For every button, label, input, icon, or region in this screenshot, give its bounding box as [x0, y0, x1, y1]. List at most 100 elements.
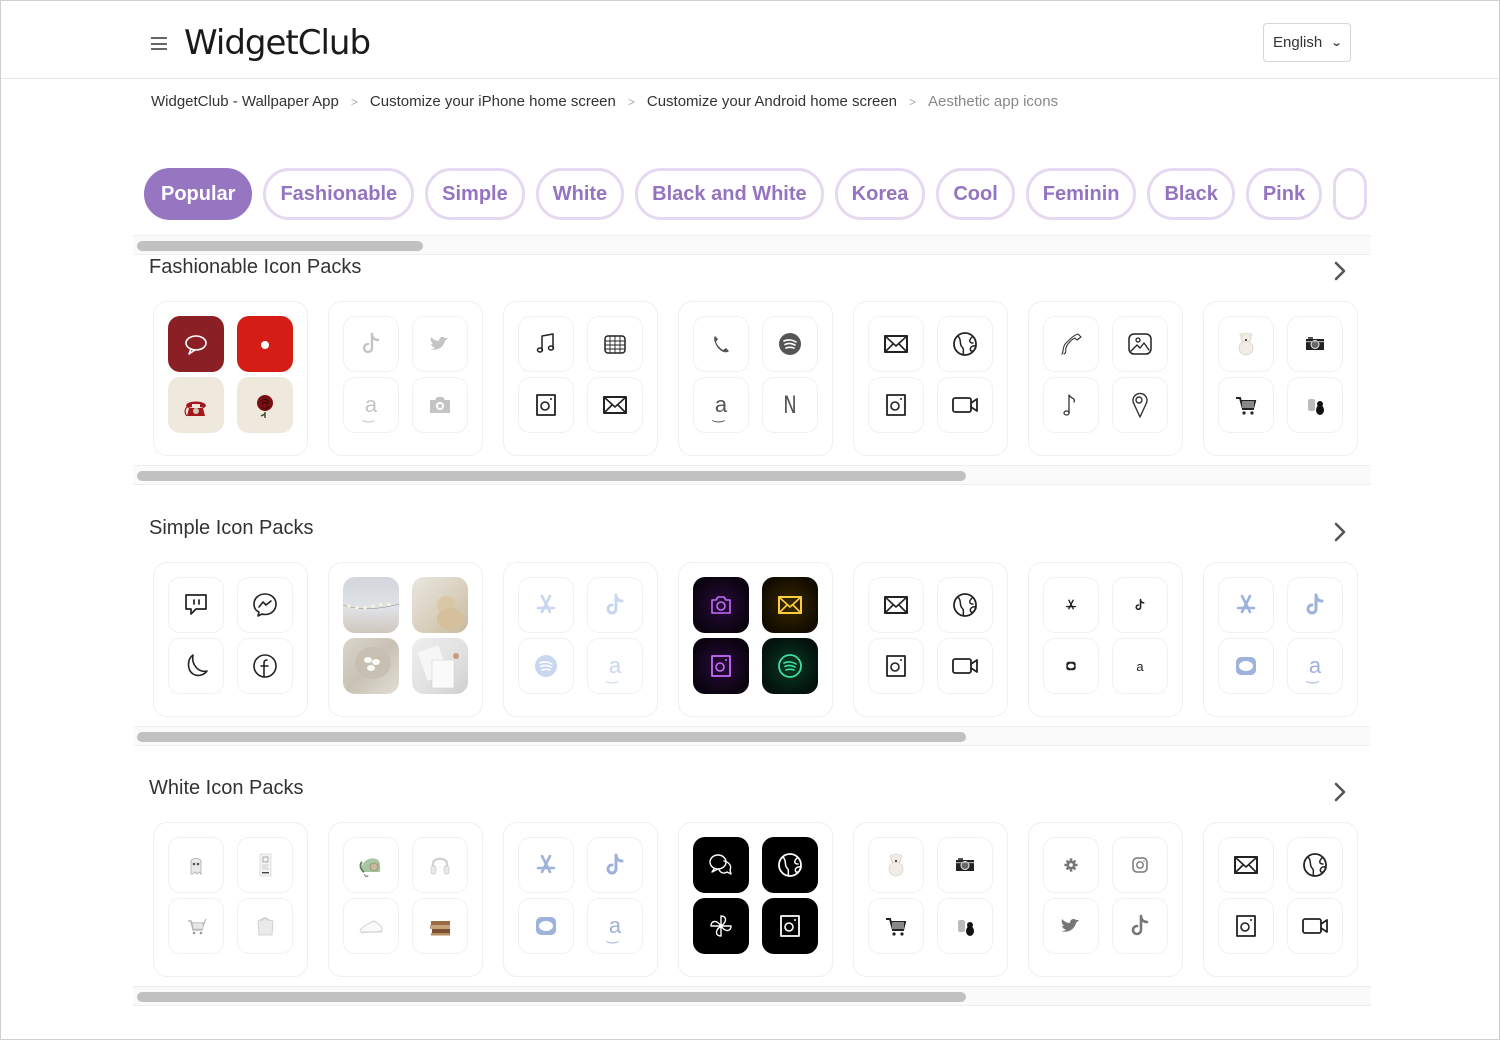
mail-icon: [868, 316, 924, 372]
papers-photo-icon: [412, 638, 468, 694]
chevron-right-icon[interactable]: [1331, 260, 1349, 282]
scrollbar-thumb[interactable]: [137, 732, 966, 742]
menu-icon[interactable]: [151, 37, 167, 50]
instagram-icon: [868, 638, 924, 694]
calendar-icon: [587, 316, 643, 372]
mail-icon: [587, 377, 643, 433]
video-icon: [937, 638, 993, 694]
tiktok-icon: [1112, 577, 1168, 633]
teddy-bear-icon: [1218, 316, 1274, 372]
section-scrollbar[interactable]: [133, 465, 1371, 485]
netflix-icon: N: [762, 377, 818, 433]
receipt-icon: [237, 837, 293, 893]
music-note-icon: [518, 316, 574, 372]
messenger-icon: [237, 577, 293, 633]
breadcrumb-item-android[interactable]: Customize your Android home screen: [647, 93, 897, 110]
speech-bubble-icon: [168, 316, 224, 372]
globe-icon: [937, 316, 993, 372]
scrollbar-thumb[interactable]: [137, 241, 423, 251]
mail-icon: [868, 577, 924, 633]
music-note-icon: [1043, 377, 1099, 433]
bears-icon: [1287, 377, 1343, 433]
icon-pack-card[interactable]: a: [1028, 562, 1183, 717]
category-chip[interactable]: Black and White: [635, 168, 824, 220]
twitter-icon: [412, 316, 468, 372]
app-store-icon: [518, 837, 574, 893]
chevron-down-icon: ⌄: [1330, 37, 1343, 49]
language-selected: English: [1273, 34, 1323, 51]
globe-icon: [1287, 837, 1343, 893]
icon-pack-card[interactable]: a ‿: [503, 562, 658, 717]
breadcrumb-separator: >: [350, 94, 358, 109]
camera-icon: [693, 577, 749, 633]
language-select[interactable]: English ⌄: [1263, 23, 1351, 62]
map-pin-icon: [1112, 377, 1168, 433]
pinwheel-icon: [693, 898, 749, 954]
icon-pack-card[interactable]: [853, 822, 1008, 977]
icon-pack-card[interactable]: [1203, 301, 1358, 456]
category-chip[interactable]: Black: [1147, 168, 1235, 220]
icon-pack-card[interactable]: a ‿: [503, 822, 658, 977]
category-scrollbar[interactable]: [133, 235, 1371, 255]
category-chips: Popular Fashionable Simple White Black and W…: [144, 168, 1371, 220]
icon-pack-card[interactable]: [153, 562, 308, 717]
category-chip[interactable]: Feminin: [1025, 168, 1137, 220]
icon-pack-card[interactable]: [153, 822, 308, 977]
mail-icon: [1218, 837, 1274, 893]
category-chip[interactable]: Popular: [144, 168, 253, 220]
icon-pack-card[interactable]: a ‿ N: [678, 301, 833, 456]
category-chip[interactable]: [1333, 168, 1368, 220]
category-chip[interactable]: Pink: [1245, 168, 1323, 220]
icon-pack-card[interactable]: [503, 301, 658, 456]
icon-pack-card[interactable]: [153, 301, 308, 456]
icon-pack-card[interactable]: [678, 822, 833, 977]
amazon-icon: a ‿: [587, 898, 643, 954]
breadcrumb-item-iphone[interactable]: Customize your iPhone home screen: [370, 93, 616, 110]
category-chip[interactable]: White: [535, 168, 625, 220]
amazon-icon: a ‿: [587, 638, 643, 694]
chat-icon: [693, 837, 749, 893]
category-chip[interactable]: Fashionable: [263, 168, 415, 220]
icon-pack-card[interactable]: [328, 562, 483, 717]
icon-pack-list: a ‿ a ‿ N: [153, 301, 1371, 457]
icon-pack-card[interactable]: [1028, 301, 1183, 456]
amazon-icon: a ‿: [693, 377, 749, 433]
bears-icon: [937, 898, 993, 954]
instagram-icon: [693, 638, 749, 694]
logo[interactable]: WidgetClub: [184, 23, 371, 63]
video-icon: [1287, 898, 1343, 954]
camera-icon: [1287, 316, 1343, 372]
breadcrumb-item-home[interactable]: WidgetClub - Wallpaper App: [151, 93, 339, 110]
twitter-icon: [1043, 898, 1099, 954]
icon-pack-card[interactable]: [1203, 822, 1358, 977]
scrollbar-thumb[interactable]: [137, 992, 966, 1002]
icon-pack-card[interactable]: [853, 562, 1008, 717]
section-scrollbar[interactable]: [133, 986, 1371, 1006]
tiktok-icon: [343, 316, 399, 372]
lights-photo-icon: [343, 577, 399, 633]
icon-pack-card[interactable]: [1028, 822, 1183, 977]
chevron-right-icon[interactable]: [1331, 781, 1349, 803]
photo-icon: [1112, 316, 1168, 372]
rotary-phone-icon: [343, 837, 399, 893]
category-chip[interactable]: Cool: [936, 168, 1015, 220]
top-bar: WidgetClub English ⌄: [1, 1, 1499, 79]
icon-pack-card[interactable]: [328, 822, 483, 977]
category-chip[interactable]: Korea: [834, 168, 926, 220]
amazon-icon: a: [1112, 638, 1168, 694]
category-chip[interactable]: Simple: [425, 168, 525, 220]
icon-pack-card[interactable]: [853, 301, 1008, 456]
twitch-icon: [168, 577, 224, 633]
phone-icon: [693, 316, 749, 372]
icon-pack-card[interactable]: a ‿: [1203, 562, 1358, 717]
camera-icon: [412, 377, 468, 433]
macarons-photo-icon: [343, 638, 399, 694]
icon-pack-card[interactable]: [678, 562, 833, 717]
scrollbar-thumb[interactable]: [137, 471, 966, 481]
chevron-right-icon[interactable]: [1331, 521, 1349, 543]
section-scrollbar[interactable]: [133, 726, 1371, 746]
instagram-icon: [762, 898, 818, 954]
ghost-icon: [168, 837, 224, 893]
amazon-icon: a ‿: [343, 377, 399, 433]
icon-pack-card[interactable]: a ‿: [328, 301, 483, 456]
